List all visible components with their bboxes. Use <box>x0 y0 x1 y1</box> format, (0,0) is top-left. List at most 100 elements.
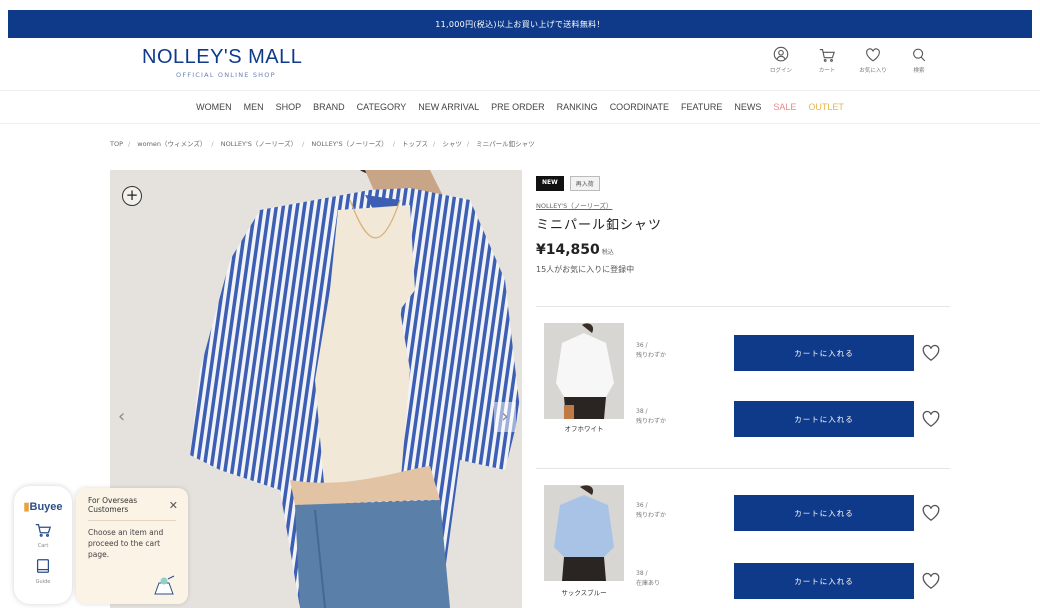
size-row: 36 / 残りわずか カートに入れる <box>636 495 946 531</box>
buyee-guide-label: Guide <box>35 579 51 585</box>
size-value: 36 / <box>636 342 648 349</box>
buyee-guide-button[interactable]: Guide <box>14 557 72 585</box>
nav-outlet[interactable]: OUTLET <box>808 102 844 112</box>
variant-thumbnail[interactable] <box>544 323 624 419</box>
buyee-logo[interactable]: ▮Buyee <box>14 500 72 513</box>
size-stock: 36 / 残りわずか <box>636 341 666 361</box>
size-stock: 38 / 残りわずか <box>636 407 666 427</box>
heart-icon[interactable] <box>920 342 942 364</box>
variant-block-saxeblue: サックスブルー 36 / 残りわずか カートに入れる 38 / 在庫あり カートに入… <box>536 468 950 608</box>
product-name: ミニパール釦シャツ <box>536 218 663 233</box>
add-to-cart-button[interactable]: カートに入れる <box>734 335 914 371</box>
book-icon <box>36 559 50 573</box>
stock-status: 残りわずか <box>636 352 667 359</box>
stock-status: 残りわずか <box>636 418 667 425</box>
new-badge: NEW <box>536 176 564 191</box>
buyee-logo-text: Buyee <box>29 501 63 513</box>
site-logo[interactable]: NOLLEY'S MALL OFFICIAL ONLINE SHOP <box>142 46 302 79</box>
buyee-widget: ▮Buyee Cart Guide <box>14 486 72 604</box>
restock-badge: 再入荷 <box>569 176 600 191</box>
popup-body: Choose an item and proceed to the cart p… <box>88 528 164 559</box>
cart-label: カート <box>818 68 836 74</box>
size-row: 38 / 残りわずか カートに入れる <box>636 401 946 437</box>
zoom-button[interactable]: + <box>122 186 142 206</box>
buyee-cart-button[interactable]: Cart <box>14 521 72 549</box>
variant-block-offwhite: オフホワイト 36 / 残りわずか カートに入れる 38 / 残りわずか カートに入… <box>536 306 950 468</box>
breadcrumb-item[interactable]: NOLLEY'S（ノーリーズ） <box>221 140 297 148</box>
size-row: 38 / 在庫あり カートに入れる <box>636 563 946 599</box>
breadcrumb-item[interactable]: シャツ <box>442 140 462 148</box>
size-stock: 38 / 在庫あり <box>636 569 660 589</box>
size-value: 36 / <box>636 502 648 509</box>
cart-button[interactable]: カート <box>810 46 844 74</box>
favorites-label: お気に入り <box>859 68 887 74</box>
nav-pre-order[interactable]: PRE ORDER <box>491 102 545 112</box>
variant-photo <box>544 485 624 581</box>
add-to-cart-button[interactable]: カートに入れる <box>734 401 914 437</box>
buyee-cart-label: Cart <box>37 543 49 549</box>
nav-feature[interactable]: FEATURE <box>681 102 722 112</box>
breadcrumb-current: ミニパール釦シャツ <box>476 140 535 148</box>
heart-icon <box>866 48 880 62</box>
header-icons: ログイン カート お気に入り 検索 <box>764 46 936 74</box>
variant-thumbnail[interactable] <box>544 485 624 581</box>
nav-coordinate[interactable]: COORDINATE <box>610 102 669 112</box>
breadcrumb-item[interactable]: women（ウィメンズ） <box>137 140 206 148</box>
site-header: NOLLEY'S MALL OFFICIAL ONLINE SHOP ログイン … <box>0 38 1040 90</box>
announcement-text: 11,000円(税込)以上お買い上げで送料無料！ <box>435 19 605 29</box>
login-button[interactable]: ログイン <box>764 46 798 74</box>
favorite-count: 15人がお気に入りに登録中 <box>536 265 635 274</box>
stock-status: 残りわずか <box>636 512 667 519</box>
close-icon[interactable]: ✕ <box>169 499 178 512</box>
breadcrumb: TOP / women（ウィメンズ） / NOLLEY'S（ノーリーズ） / NOLL… <box>110 140 535 148</box>
nav-brand[interactable]: BRAND <box>313 102 345 112</box>
announcement-bar: 11,000円(税込)以上お買い上げで送料無料！ <box>8 10 1032 38</box>
nav-shop[interactable]: SHOP <box>276 102 302 112</box>
nav-women[interactable]: WOMEN <box>196 102 232 112</box>
size-stock: 36 / 残りわずか <box>636 501 666 521</box>
size-value: 38 / <box>636 570 648 577</box>
logo-subtitle: OFFICIAL ONLINE SHOP <box>176 71 276 79</box>
product-info: NEW 再入荷 NOLLEY'S（ノーリーズ） ミニパール釦シャツ ¥14,85… <box>536 176 956 275</box>
next-image-arrow[interactable]: › <box>494 402 516 432</box>
breadcrumb-item[interactable]: トップス <box>402 140 428 148</box>
breadcrumb-item[interactable]: NOLLEY'S（ノーリーズ） <box>311 140 387 148</box>
size-row: 36 / 残りわずか カートに入れる <box>636 335 946 371</box>
login-label: ログイン <box>769 68 792 74</box>
search-icon <box>913 48 926 62</box>
cart-icon <box>35 523 52 537</box>
heart-icon[interactable] <box>920 408 942 430</box>
nav-sale[interactable]: SALE <box>773 102 796 112</box>
user-icon <box>773 46 789 62</box>
search-button[interactable]: 検索 <box>902 46 936 74</box>
product-price: ¥14,850 税込 <box>536 242 956 258</box>
product-tags: NEW 再入荷 <box>536 176 956 191</box>
add-to-cart-button[interactable]: カートに入れる <box>734 563 914 599</box>
favorites-button[interactable]: お気に入り <box>856 46 890 74</box>
nav-category[interactable]: CATEGORY <box>357 102 407 112</box>
stock-status: 在庫あり <box>636 580 661 587</box>
nav-news[interactable]: NEWS <box>734 102 761 112</box>
price-value: ¥14,850 <box>536 242 600 258</box>
size-value: 38 / <box>636 408 648 415</box>
cart-icon <box>819 49 835 62</box>
heart-icon[interactable] <box>920 502 942 524</box>
global-nav: WOMEN MEN SHOP BRAND CATEGORY NEW ARRIVA… <box>0 90 1040 124</box>
tax-note: 税込 <box>601 249 614 256</box>
search-label: 検索 <box>913 68 925 74</box>
popup-divider <box>88 520 176 521</box>
logo-title: NOLLEY'S MALL <box>142 46 303 68</box>
popup-title: For Overseas Customers <box>88 496 138 514</box>
variant-color-label: オフホワイト <box>564 425 604 433</box>
nav-ranking[interactable]: RANKING <box>557 102 598 112</box>
heart-icon[interactable] <box>920 570 942 592</box>
nav-men[interactable]: MEN <box>244 102 264 112</box>
overseas-popup: For Overseas Customers ✕ Choose an item … <box>76 488 188 604</box>
add-to-cart-button[interactable]: カートに入れる <box>734 495 914 531</box>
breadcrumb-item[interactable]: TOP <box>110 140 123 148</box>
variant-color-label: サックスブルー <box>561 589 607 597</box>
brand-link[interactable]: NOLLEY'S（ノーリーズ） <box>536 200 956 210</box>
mascot-icon <box>154 575 175 595</box>
nav-new-arrival[interactable]: NEW ARRIVAL <box>418 102 479 112</box>
prev-image-arrow[interactable]: ‹ <box>118 406 125 427</box>
